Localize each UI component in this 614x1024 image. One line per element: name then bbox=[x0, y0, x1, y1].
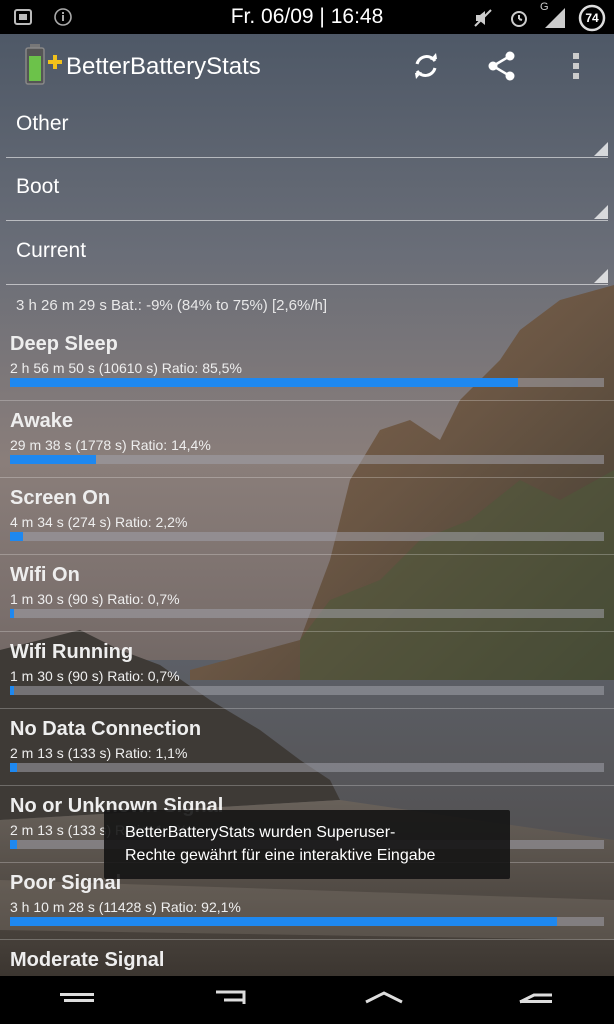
list-item[interactable]: Wifi Running 1 m 30 s (90 s) Ratio: 0,7% bbox=[0, 638, 614, 714]
ratio-bar bbox=[10, 609, 604, 618]
divider bbox=[0, 631, 614, 632]
dropdown-arrow-icon bbox=[594, 205, 608, 219]
home-icon bbox=[364, 990, 404, 1011]
stat-detail: 4 m 34 s (274 s) Ratio: 2,2% bbox=[10, 514, 188, 530]
spinner-value: Boot bbox=[16, 175, 60, 198]
back-button[interactable] bbox=[200, 984, 260, 1016]
stat-name: Wifi Running bbox=[10, 641, 134, 663]
ratio-bar-fill bbox=[10, 378, 518, 387]
spinner-underline bbox=[6, 220, 608, 221]
app-title: BetterBatteryStats bbox=[66, 53, 261, 80]
menu-button[interactable] bbox=[48, 984, 108, 1016]
dropdown-arrow-icon bbox=[594, 142, 608, 156]
stat-detail: 1 m 30 s (90 s) Ratio: 0,7% bbox=[10, 591, 180, 607]
ratio-bar-fill bbox=[10, 532, 24, 541]
share-icon bbox=[486, 50, 518, 87]
divider bbox=[0, 785, 614, 786]
list-item[interactable]: Deep Sleep 2 h 56 m 50 s (10610 s) Ratio… bbox=[0, 330, 614, 406]
stat-type-spinner[interactable]: Other bbox=[6, 96, 608, 158]
list-item[interactable]: Wifi On 1 m 30 s (90 s) Ratio: 0,7% bbox=[0, 561, 614, 637]
recent-apps-button[interactable] bbox=[506, 984, 566, 1016]
list-item[interactable]: Awake 29 m 38 s (1778 s) Ratio: 14,4% bbox=[0, 407, 614, 483]
spinner-value: Current bbox=[16, 239, 87, 262]
spinner-value: Other bbox=[16, 112, 69, 135]
ratio-bar bbox=[10, 532, 604, 541]
stat-from-spinner[interactable]: Boot bbox=[6, 159, 608, 221]
ratio-bar bbox=[10, 686, 604, 695]
list-item[interactable]: No Data Connection 2 m 13 s (133 s) Rati… bbox=[0, 715, 614, 791]
ratio-bar-fill bbox=[10, 917, 558, 926]
signal-network-label: G bbox=[540, 1, 549, 13]
mute-icon bbox=[470, 5, 496, 31]
ratio-bar bbox=[10, 917, 604, 926]
stat-name: Screen On bbox=[10, 487, 111, 509]
dropdown-arrow-icon bbox=[594, 269, 608, 283]
refresh-icon bbox=[410, 50, 442, 87]
divider bbox=[0, 554, 614, 555]
overflow-menu-button[interactable] bbox=[556, 48, 596, 88]
spinner-underline bbox=[6, 284, 608, 285]
stat-detail: 29 m 38 s (1778 s) Ratio: 14,4% bbox=[10, 437, 211, 453]
signal-icon: G bbox=[540, 1, 568, 31]
stat-detail: 1 m 30 s (90 s) Ratio: 0,7% bbox=[10, 668, 180, 684]
overflow-menu-icon bbox=[571, 50, 581, 87]
ratio-bar-fill bbox=[10, 686, 15, 695]
battery-level: 74 bbox=[585, 11, 599, 25]
home-button[interactable] bbox=[354, 984, 414, 1016]
back-icon bbox=[210, 988, 250, 1013]
stat-detail: 2 h 56 m 50 s (10610 s) Ratio: 85,5% bbox=[10, 360, 242, 376]
refresh-button[interactable] bbox=[406, 48, 446, 88]
stat-to-spinner[interactable]: Current bbox=[6, 223, 608, 285]
stat-detail: 2 m 13 s (133 s) Ratio: 1,1% bbox=[10, 745, 188, 761]
ratio-bar-fill bbox=[10, 840, 17, 849]
status-bar: Fr. 06/09 | 16:48 G 74 bbox=[0, 0, 614, 34]
divider bbox=[0, 939, 614, 940]
stat-name: Awake bbox=[10, 410, 74, 432]
list-item[interactable]: Poor Signal 3 h 10 m 28 s (11428 s) Rati… bbox=[0, 869, 614, 945]
status-right-icons: G 74 bbox=[470, 1, 606, 32]
spinner-underline bbox=[6, 157, 608, 158]
action-bar: BetterBatteryStats bbox=[0, 34, 614, 100]
battery-icon: 74 bbox=[578, 4, 606, 32]
ratio-bar bbox=[10, 378, 604, 387]
stat-name: Wifi On bbox=[10, 564, 80, 586]
stat-detail: 3 h 10 m 28 s (11428 s) Ratio: 92,1% bbox=[10, 899, 241, 915]
recent-apps-icon bbox=[516, 990, 556, 1011]
ratio-bar-fill bbox=[10, 763, 17, 772]
app-battery-icon bbox=[24, 44, 64, 86]
ratio-bar-fill bbox=[10, 455, 96, 464]
divider bbox=[0, 400, 614, 401]
alarm-icon bbox=[506, 5, 532, 31]
toast-line-1: BetterBatteryStats wurden Superuser- bbox=[125, 824, 396, 841]
toast-line-2: Rechte gewährt für eine interaktive Eing… bbox=[125, 847, 436, 864]
toast-message: BetterBatteryStats wurden Superuser- Rec… bbox=[104, 810, 510, 879]
summary-text: 3 h 26 m 29 s Bat.: -9% (84% to 75%) [2,… bbox=[16, 297, 327, 314]
ratio-bar bbox=[10, 763, 604, 772]
stat-name: Moderate Signal bbox=[10, 949, 165, 971]
stat-name: Deep Sleep bbox=[10, 333, 118, 355]
stat-name: No Data Connection bbox=[10, 718, 202, 740]
share-button[interactable] bbox=[482, 48, 522, 88]
ratio-bar bbox=[10, 455, 604, 464]
ratio-bar-fill bbox=[10, 609, 15, 618]
divider bbox=[0, 477, 614, 478]
menu-icon bbox=[58, 991, 98, 1010]
divider bbox=[0, 708, 614, 709]
navigation-bar bbox=[0, 976, 614, 1024]
list-item[interactable]: Screen On 4 m 34 s (274 s) Ratio: 2,2% bbox=[0, 484, 614, 560]
